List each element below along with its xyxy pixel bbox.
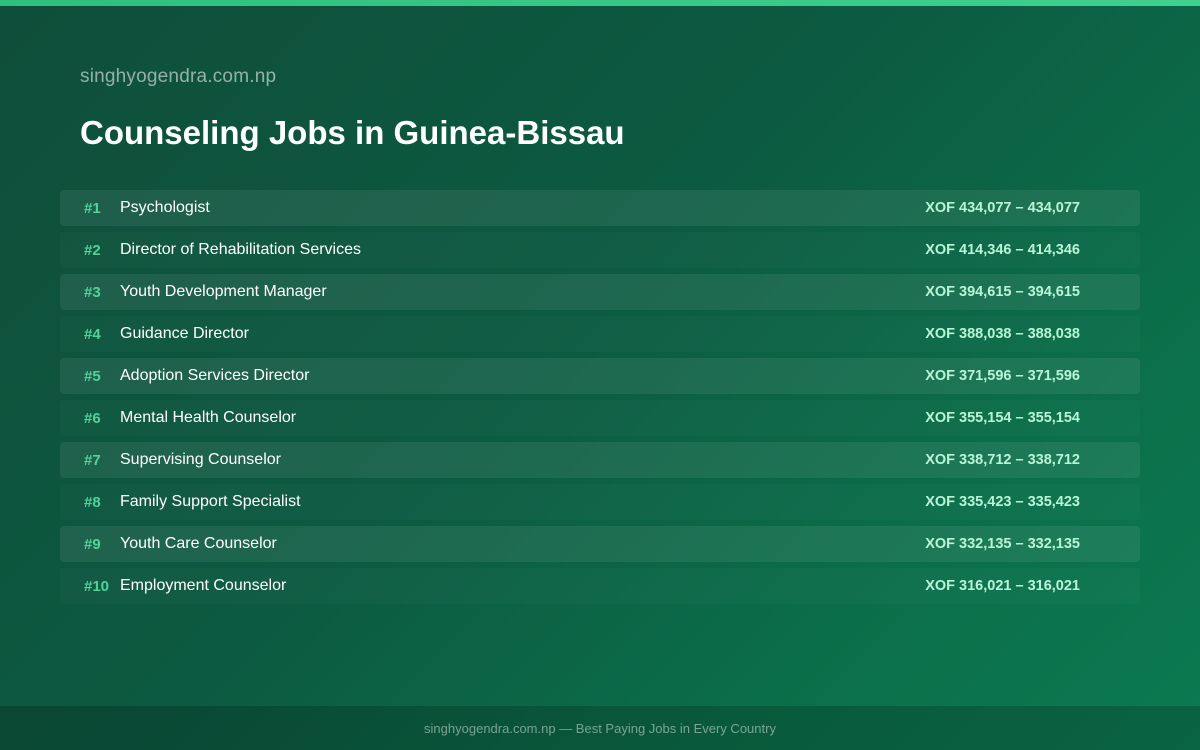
job-title: Director of Rehabilitation Services bbox=[120, 241, 361, 258]
job-rank: #3 bbox=[84, 283, 101, 301]
job-salary: XOF 335,423 – 335,423 bbox=[925, 494, 1080, 510]
job-rank: #6 bbox=[84, 409, 101, 427]
job-salary: XOF 371,596 – 371,596 bbox=[925, 368, 1080, 384]
job-row: #8 Family Support Specialist XOF 335,423… bbox=[60, 484, 1140, 520]
job-title: Family Support Specialist bbox=[120, 493, 301, 510]
job-row: #7 Supervising Counselor XOF 338,712 – 3… bbox=[60, 442, 1140, 478]
job-title: Youth Development Manager bbox=[120, 283, 327, 300]
job-rank: #10 bbox=[84, 577, 110, 595]
job-title: Guidance Director bbox=[120, 325, 249, 342]
page-title: Counseling Jobs in Guinea-Bissau bbox=[80, 114, 625, 151]
job-row: #3 Youth Development Manager XOF 394,615… bbox=[60, 274, 1140, 310]
job-row: #5 Adoption Services Director XOF 371,59… bbox=[60, 358, 1140, 394]
job-title: Mental Health Counselor bbox=[120, 409, 297, 426]
job-rank: #9 bbox=[84, 535, 101, 553]
job-salary: XOF 355,154 – 355,154 bbox=[925, 410, 1080, 426]
site-name: singhyogendra.com.np bbox=[80, 66, 277, 87]
job-salary: XOF 316,021 – 316,021 bbox=[925, 578, 1080, 594]
job-title: Youth Care Counselor bbox=[120, 535, 277, 552]
job-title: Adoption Services Director bbox=[120, 367, 310, 384]
job-rank: #5 bbox=[84, 367, 101, 385]
job-row: #1 Psychologist XOF 434,077 – 434,077 bbox=[60, 190, 1140, 226]
job-row: #6 Mental Health Counselor XOF 355,154 –… bbox=[60, 400, 1140, 436]
top-accent-bar bbox=[0, 0, 1200, 6]
job-rank: #7 bbox=[84, 451, 101, 469]
job-salary: XOF 388,038 – 388,038 bbox=[925, 326, 1080, 342]
job-title: Supervising Counselor bbox=[120, 451, 281, 468]
job-rank: #1 bbox=[84, 199, 101, 217]
footer-bar: singhyogendra.com.np — Best Paying Jobs … bbox=[0, 706, 1200, 750]
job-rank: #2 bbox=[84, 241, 101, 259]
job-salary: XOF 332,135 – 332,135 bbox=[925, 536, 1080, 552]
job-row: #10 Employment Counselor XOF 316,021 – 3… bbox=[60, 568, 1140, 604]
job-row: #9 Youth Care Counselor XOF 332,135 – 33… bbox=[60, 526, 1140, 562]
job-row: #4 Guidance Director XOF 388,038 – 388,0… bbox=[60, 316, 1140, 352]
job-title: Psychologist bbox=[120, 199, 210, 216]
job-salary: XOF 394,615 – 394,615 bbox=[925, 284, 1080, 300]
footer-text: singhyogendra.com.np — Best Paying Jobs … bbox=[424, 720, 776, 736]
job-salary: XOF 338,712 – 338,712 bbox=[925, 452, 1080, 468]
job-salary: XOF 414,346 – 414,346 bbox=[925, 242, 1080, 258]
job-salary: XOF 434,077 – 434,077 bbox=[925, 200, 1080, 216]
job-rank: #8 bbox=[84, 493, 101, 511]
job-row: #2 Director of Rehabilitation Services X… bbox=[60, 232, 1140, 268]
job-rank: #4 bbox=[84, 325, 101, 343]
jobs-list: #1 Psychologist XOF 434,077 – 434,077 #2… bbox=[60, 190, 1140, 610]
job-title: Employment Counselor bbox=[120, 577, 287, 594]
